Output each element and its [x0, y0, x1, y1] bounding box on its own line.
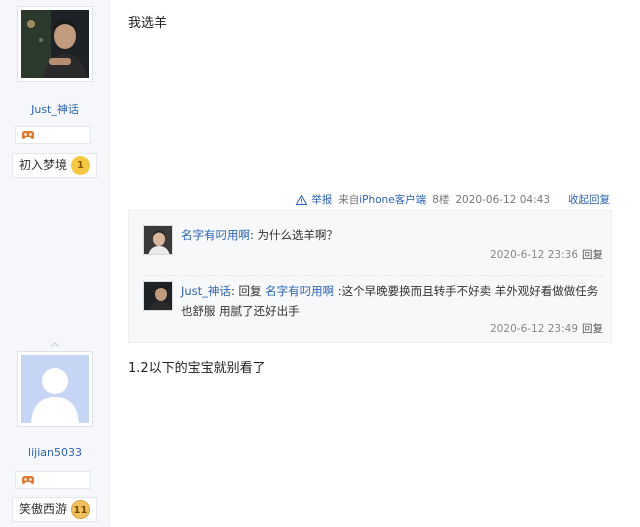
reply-button[interactable]: 回复 [582, 249, 603, 261]
divider [143, 275, 603, 276]
medal-row [15, 126, 91, 144]
game-badge-icon [22, 476, 34, 484]
user-avatar[interactable] [17, 6, 93, 82]
level-number: 11 [71, 500, 90, 519]
user-photo-avatar-icon [144, 282, 172, 310]
post-tail: 举报 来自iPhone客户端 8楼 2020-06-12 04:43 收起回复 [296, 192, 610, 207]
level-badge[interactable]: 笑傲西游 11 [12, 497, 97, 522]
reply-author[interactable]: 名字有叼用啊 [181, 228, 250, 242]
post-content: 我选羊 [128, 16, 168, 31]
default-avatar-icon [21, 355, 89, 423]
level-title: 初入梦境 [19, 158, 68, 172]
reply-meta: 2020-6-12 23:49 回复 [490, 321, 603, 336]
warning-icon [296, 194, 308, 205]
level-title: 笑傲西游 [19, 502, 68, 516]
reply-body: 名字有叼用啊: 为什么选羊啊？ [181, 225, 601, 245]
user-avatar[interactable] [17, 351, 93, 427]
post-content: 1.2以下的宝宝就别看了 [128, 361, 266, 376]
level-number: 1 [71, 156, 90, 175]
floor-number: 8楼 [432, 194, 450, 206]
reply-button[interactable]: 回复 [582, 323, 603, 335]
username[interactable]: lijian5033 [0, 446, 110, 459]
reply-time: 2020-6-12 23:49 [490, 323, 578, 335]
source-text: 来自iPhone客户端 [338, 192, 426, 207]
user-photo-avatar-icon [144, 226, 172, 254]
game-badge-icon [22, 131, 34, 139]
reply-text: : 为什么选羊啊？ [250, 228, 339, 242]
sub-reply-list: 名字有叼用啊: 为什么选羊啊？ 2020-6-12 23:36 回复 Just_神… [128, 210, 612, 343]
report-link[interactable]: 举报 [296, 192, 332, 207]
user-photo-avatar-icon [21, 10, 89, 78]
reply-author[interactable]: Just_神话 [181, 284, 231, 298]
level-badge[interactable]: 初入梦境 1 [12, 153, 97, 178]
reply-body: Just_神话: 回复 名字有叼用啊 :这个早晚要换而且转手不好卖 羊外观好看做… [181, 281, 601, 321]
report-label: 举报 [311, 194, 333, 206]
post-time: 2020-06-12 04:43 [455, 193, 550, 206]
collapse-replies-button[interactable]: 收起回复 [568, 192, 610, 207]
source-prefix: 来自 [338, 194, 360, 206]
reply-meta: 2020-6-12 23:36 回复 [490, 247, 603, 262]
reply-word: : 回复 [230, 284, 266, 298]
user-info-column: Just_神话 初入梦境 1 lijian5033 笑傲西游 11 [0, 0, 110, 527]
chevron-up-icon [50, 342, 60, 348]
medal-row [15, 471, 91, 489]
reply-to-user[interactable]: 名字有叼用啊 [265, 284, 334, 298]
username[interactable]: Just_神话 [0, 101, 110, 117]
client-link[interactable]: iPhone客户端 [359, 194, 426, 206]
reply-avatar[interactable] [143, 281, 173, 311]
reply-avatar[interactable] [143, 225, 173, 255]
reply-time: 2020-6-12 23:36 [490, 249, 578, 261]
